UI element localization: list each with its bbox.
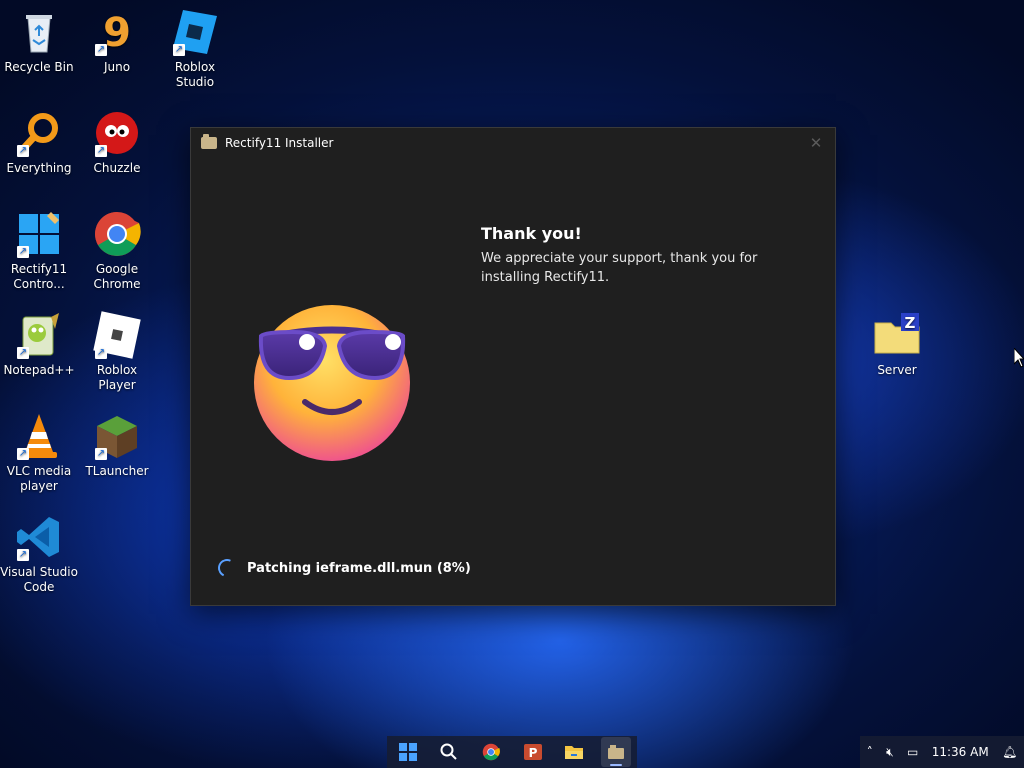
status-text: Patching ieframe.dll.mun (8%) bbox=[247, 560, 471, 576]
mouse-cursor-icon bbox=[1014, 348, 1024, 368]
start-button[interactable] bbox=[393, 737, 423, 767]
desktop-icon-tlauncher[interactable]: ↗ TLauncher bbox=[78, 412, 156, 479]
recycle-bin-icon bbox=[15, 8, 63, 56]
installer-icon bbox=[201, 134, 217, 149]
shortcut-arrow-icon: ↗ bbox=[17, 448, 29, 460]
loading-spinner-icon bbox=[215, 556, 239, 580]
rectify11-control-icon: ↗ bbox=[15, 210, 63, 258]
title-bar[interactable]: Rectify11 Installer ✕ bbox=[191, 128, 835, 158]
icon-label: Server bbox=[877, 363, 917, 377]
icon-label: Visual Studio Code bbox=[0, 565, 78, 594]
icon-label: Juno bbox=[103, 60, 131, 74]
icon-label: Roblox Studio bbox=[174, 60, 216, 89]
desktop-icon-rectify11-control[interactable]: ↗ Rectify11 Contro... bbox=[0, 210, 78, 292]
tlauncher-icon: ↗ bbox=[93, 412, 141, 460]
roblox-player-icon: ↗ bbox=[93, 311, 141, 359]
icon-label: Google Chrome bbox=[93, 262, 141, 291]
icon-label: Rectify11 Contro... bbox=[10, 262, 68, 291]
desktop-icon-server[interactable]: Z Server bbox=[858, 311, 936, 378]
desktop-icon-roblox-studio[interactable]: ↗ Roblox Studio bbox=[156, 8, 234, 90]
installer-window: Rectify11 Installer ✕ Thank you! We appr… bbox=[190, 127, 836, 606]
speaker-muted-icon[interactable]: 🔇︎ bbox=[886, 745, 894, 760]
sunglasses-emoji-icon bbox=[247, 298, 417, 468]
shortcut-arrow-icon: ↗ bbox=[173, 44, 185, 56]
svg-text:Z: Z bbox=[905, 314, 916, 332]
taskbar: P ˄ 🔇︎ ▭ 11:36 AM 🔔︎ bbox=[0, 736, 1024, 768]
icon-label: Roblox Player bbox=[96, 363, 138, 392]
shortcut-arrow-icon: ↗ bbox=[17, 145, 29, 157]
thank-you-heading: Thank you! bbox=[481, 224, 582, 243]
taskbar-installer[interactable] bbox=[601, 737, 632, 767]
shortcut-arrow-icon: ↗ bbox=[17, 549, 29, 561]
server-folder-icon: Z bbox=[873, 311, 921, 359]
thank-you-message: We appreciate your support, thank you fo… bbox=[481, 251, 758, 285]
shortcut-arrow-icon: ↗ bbox=[95, 145, 107, 157]
juno-icon: 9 ↗ bbox=[93, 8, 141, 56]
powerpoint-icon: P bbox=[523, 744, 542, 760]
icon-label: Notepad++ bbox=[3, 363, 75, 377]
desktop-icon-google-chrome[interactable]: Google Chrome bbox=[78, 210, 156, 292]
notification-bell-icon[interactable]: 🔔︎ bbox=[1002, 745, 1017, 759]
shortcut-arrow-icon: ↗ bbox=[17, 246, 29, 258]
shortcut-arrow-icon: ↗ bbox=[17, 347, 29, 359]
file-explorer-icon bbox=[565, 746, 584, 759]
chuzzle-icon: ↗ bbox=[93, 109, 141, 157]
desktop-icon-juno[interactable]: 9 ↗ Juno bbox=[78, 8, 156, 75]
shortcut-arrow-icon: ↗ bbox=[95, 448, 107, 460]
desktop-icon-chuzzle[interactable]: ↗ Chuzzle bbox=[78, 109, 156, 176]
notepad-plus-plus-icon: ↗ bbox=[15, 311, 63, 359]
powerpoint-letter: P bbox=[528, 746, 537, 760]
window-title: Rectify11 Installer bbox=[225, 136, 334, 150]
svg-text:9: 9 bbox=[103, 10, 131, 56]
clock[interactable]: 11:36 AM bbox=[932, 745, 989, 759]
taskbar-file-explorer[interactable] bbox=[559, 737, 589, 767]
search-icon bbox=[440, 743, 458, 760]
installer-icon bbox=[608, 745, 625, 759]
desktop-icon-roblox-player[interactable]: ↗ Roblox Player bbox=[78, 311, 156, 393]
icon-label: Chuzzle bbox=[93, 161, 141, 175]
search-button[interactable] bbox=[434, 737, 464, 767]
vlc-icon: ↗ bbox=[15, 412, 63, 460]
network-icon[interactable]: ▭ bbox=[907, 745, 918, 759]
desktop-icon-vscode[interactable]: ↗ Visual Studio Code bbox=[0, 513, 78, 595]
install-status: Patching ieframe.dll.mun (8%) bbox=[215, 556, 471, 580]
desktop-icon-recycle-bin[interactable]: Recycle Bin bbox=[0, 8, 78, 75]
taskbar-apps: P bbox=[387, 736, 637, 768]
everything-icon: ↗ bbox=[15, 109, 63, 157]
shortcut-arrow-icon: ↗ bbox=[95, 44, 107, 56]
chrome-icon bbox=[482, 743, 501, 761]
start-icon bbox=[398, 743, 417, 761]
desktop-icon-vlc[interactable]: ↗ VLC media player bbox=[0, 412, 78, 494]
roblox-studio-icon: ↗ bbox=[171, 8, 219, 56]
desktop-icon-everything[interactable]: ↗ Everything bbox=[0, 109, 78, 176]
taskbar-powerpoint[interactable]: P bbox=[518, 737, 548, 767]
shortcut-arrow-icon: ↗ bbox=[95, 347, 107, 359]
taskbar-chrome[interactable] bbox=[476, 737, 506, 767]
icon-label: Everything bbox=[6, 161, 72, 175]
icon-label: TLauncher bbox=[85, 464, 149, 478]
icon-label: Recycle Bin bbox=[4, 60, 74, 74]
close-button[interactable]: ✕ bbox=[807, 134, 825, 152]
chrome-icon bbox=[93, 210, 141, 258]
chevron-up-icon[interactable]: ˄ bbox=[867, 745, 873, 759]
system-tray: ˄ 🔇︎ ▭ 11:36 AM 🔔︎ bbox=[860, 736, 1024, 768]
icon-label: VLC media player bbox=[6, 464, 72, 493]
vscode-icon: ↗ bbox=[15, 513, 63, 561]
desktop-icon-notepad-plus-plus[interactable]: ↗ Notepad++ bbox=[0, 311, 78, 378]
